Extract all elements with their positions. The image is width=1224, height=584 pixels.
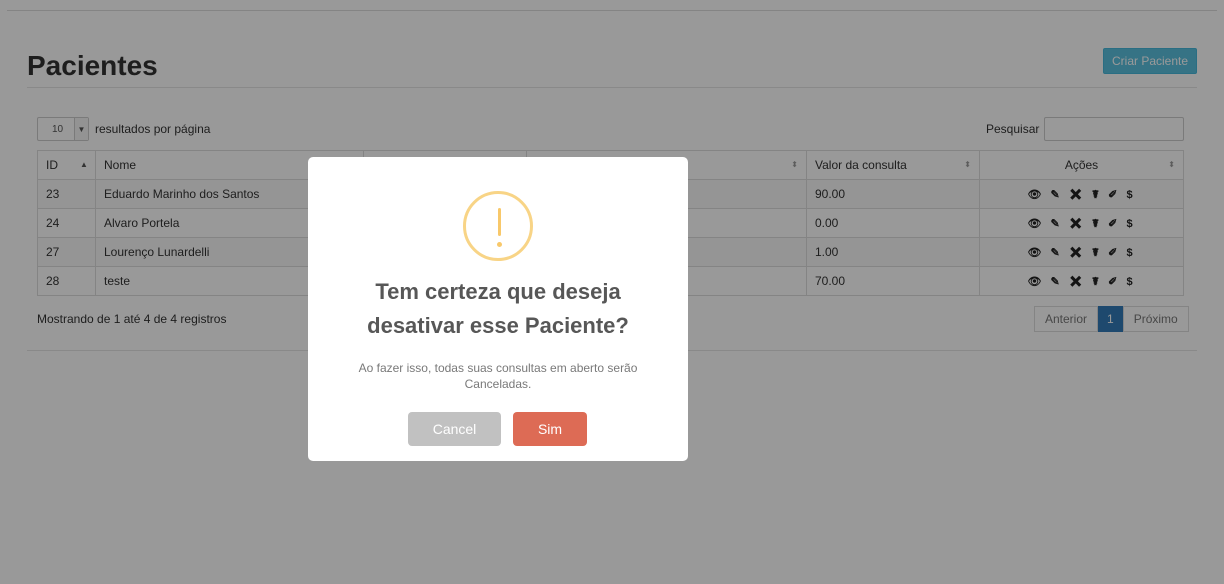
dialog-text: Ao fazer isso, todas suas consultas em a… [358, 361, 638, 391]
warning-icon-dot [497, 242, 502, 247]
cancel-button[interactable]: Cancel [408, 412, 501, 446]
warning-icon-bar [498, 208, 501, 236]
dialog-title: Tem certeza que deseja desativar esse Pa… [367, 279, 629, 338]
warning-icon [463, 191, 533, 261]
confirm-button[interactable]: Sim [513, 412, 587, 446]
confirm-dialog: Tem certeza que deseja desativar esse Pa… [308, 157, 688, 461]
